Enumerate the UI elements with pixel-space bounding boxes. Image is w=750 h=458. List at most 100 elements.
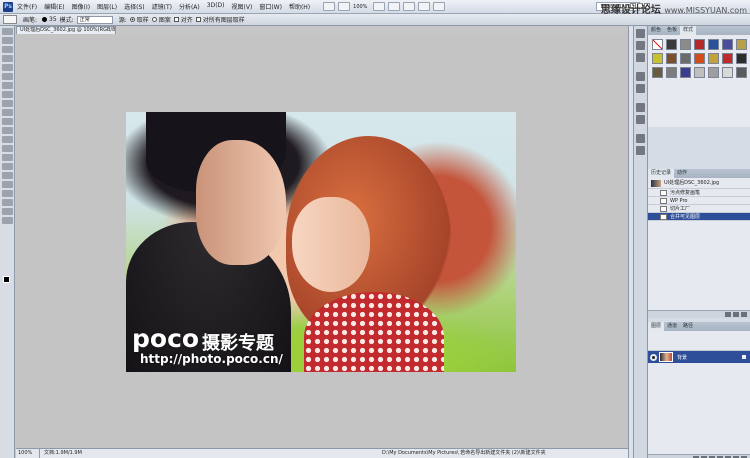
menu-filter[interactable]: 滤镜(T) [152, 2, 172, 11]
tab-channels[interactable]: 通道 [664, 322, 680, 331]
menu-help[interactable]: 帮助(H) [289, 2, 310, 11]
status-zoom[interactable]: 100% [18, 449, 40, 458]
canvas-area[interactable]: poco 摄影专题 http://photo.poco.cn/ [16, 34, 628, 448]
zoom-level[interactable]: 100% [353, 4, 367, 10]
document-tab[interactable]: UI处理后DSC_3602.jpg @ 100%(RGB/8) [16, 26, 116, 34]
3d-orbit-tool-icon[interactable] [2, 199, 13, 206]
history-step[interactable]: 污点修复画笔 [648, 189, 750, 197]
sampled-radio[interactable] [129, 17, 135, 22]
blur-tool-icon[interactable] [2, 136, 13, 143]
tab-actions[interactable]: 动作 [674, 169, 690, 178]
visibility-eye-icon[interactable] [650, 353, 657, 361]
menu-view[interactable]: 视图(V) [232, 2, 253, 11]
new-snapshot-icon[interactable] [733, 312, 739, 317]
3d-rotate-tool-icon[interactable] [2, 190, 13, 197]
style-swatch[interactable] [722, 67, 733, 78]
clone-source-icon[interactable] [636, 115, 645, 124]
menu-select[interactable]: 选择(S) [124, 2, 145, 11]
menu-file[interactable]: 文件(F) [17, 2, 37, 11]
style-swatch[interactable] [652, 53, 663, 64]
lasso-tool-icon[interactable] [2, 46, 13, 53]
style-swatch[interactable] [694, 67, 705, 78]
masks-icon[interactable] [636, 84, 645, 93]
history-step[interactable]: WP Pro [648, 197, 750, 205]
style-swatch[interactable] [736, 67, 747, 78]
tab-layers[interactable]: 图层 [648, 322, 665, 331]
type-tool-icon[interactable] [2, 163, 13, 170]
tab-color[interactable]: 颜色 [648, 26, 664, 35]
style-swatch[interactable] [652, 39, 663, 50]
move-tool-icon[interactable] [2, 28, 13, 35]
character-icon[interactable] [636, 134, 645, 143]
style-swatch[interactable] [680, 53, 691, 64]
quick-select-tool-icon[interactable] [2, 55, 13, 62]
history-brush-tool-icon[interactable] [2, 109, 13, 116]
style-swatch[interactable] [666, 67, 677, 78]
brush-preview-icon[interactable] [42, 17, 48, 22]
histogram-icon[interactable] [636, 41, 645, 50]
layer-row[interactable]: 背景 [648, 351, 750, 363]
tool-preset-picker[interactable] [3, 15, 17, 24]
marquee-tool-icon[interactable] [2, 37, 13, 44]
shape-tool-icon[interactable] [2, 181, 13, 188]
all-layers-checkbox[interactable] [195, 17, 201, 22]
style-swatch[interactable] [722, 39, 733, 50]
hand-tool-icon[interactable] [2, 208, 13, 215]
arrange-documents-icon[interactable] [418, 2, 431, 11]
status-doc-size[interactable]: 文档:1.9M/1.9M [44, 449, 82, 458]
menu-layer[interactable]: 图层(L) [97, 2, 117, 11]
style-swatch[interactable] [666, 53, 677, 64]
zoom-tool-icon[interactable] [388, 2, 401, 11]
style-swatch[interactable] [722, 53, 733, 64]
paragraph-icon[interactable] [636, 146, 645, 155]
screen-mode-icon[interactable] [433, 2, 446, 11]
tab-history[interactable]: 历史记录 [648, 169, 675, 178]
history-step-selected[interactable]: 合并可见图层 [648, 213, 750, 221]
adjustments-icon[interactable] [636, 72, 645, 81]
menu-window[interactable]: 窗口(W) [259, 2, 282, 11]
style-swatch[interactable] [736, 53, 747, 64]
hand-tool-icon[interactable] [373, 2, 386, 11]
navigator-icon[interactable] [636, 29, 645, 38]
style-swatch[interactable] [708, 39, 719, 50]
tab-styles[interactable]: 样式 [680, 26, 697, 35]
style-swatch[interactable] [694, 39, 705, 50]
pen-tool-icon[interactable] [2, 154, 13, 161]
path-select-tool-icon[interactable] [2, 172, 13, 179]
menu-analysis[interactable]: 分析(A) [179, 2, 200, 11]
crop-tool-icon[interactable] [2, 64, 13, 71]
info-icon[interactable] [636, 53, 645, 62]
aligned-checkbox[interactable] [173, 17, 179, 22]
brushes-icon[interactable] [636, 103, 645, 112]
new-document-icon[interactable] [725, 312, 731, 317]
launch-bridge-icon[interactable] [323, 2, 336, 11]
style-swatch[interactable] [680, 39, 691, 50]
dodge-tool-icon[interactable] [2, 145, 13, 152]
mode-select[interactable]: 正常 [76, 15, 113, 24]
style-swatch[interactable] [666, 39, 677, 50]
clone-stamp-tool-icon[interactable] [2, 100, 13, 107]
style-swatch[interactable] [736, 39, 747, 50]
history-snapshot[interactable]: UI处理后DSC_3602.jpg [648, 178, 750, 189]
style-swatch[interactable] [708, 53, 719, 64]
eraser-tool-icon[interactable] [2, 118, 13, 125]
foreground-color-swatch[interactable] [3, 276, 10, 283]
menu-image[interactable]: 图像(I) [72, 2, 90, 11]
style-swatch[interactable] [694, 53, 705, 64]
brush-tool-icon[interactable] [2, 91, 13, 98]
style-swatch[interactable] [652, 67, 663, 78]
style-swatch[interactable] [680, 67, 691, 78]
menu-edit[interactable]: 编辑(E) [44, 2, 64, 11]
style-swatch[interactable] [708, 67, 719, 78]
tab-paths[interactable]: 路径 [680, 322, 696, 331]
tab-swatches[interactable]: 色板 [664, 26, 680, 35]
delete-icon[interactable] [741, 312, 747, 317]
eyedropper-tool-icon[interactable] [2, 73, 13, 80]
view-extras-icon[interactable] [338, 2, 351, 11]
photo-image[interactable]: poco 摄影专题 http://photo.poco.cn/ [126, 112, 516, 372]
gradient-tool-icon[interactable] [2, 127, 13, 134]
healing-brush-tool-icon[interactable] [2, 82, 13, 89]
rotate-view-icon[interactable] [403, 2, 416, 11]
zoom-tool-icon[interactable] [2, 217, 13, 224]
pattern-radio[interactable] [151, 17, 157, 22]
